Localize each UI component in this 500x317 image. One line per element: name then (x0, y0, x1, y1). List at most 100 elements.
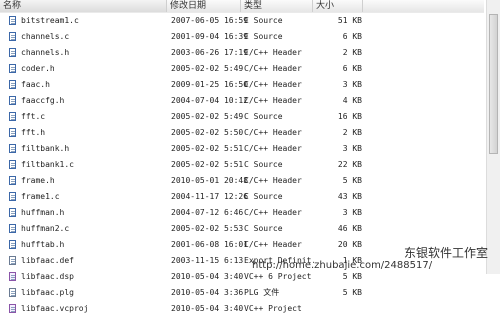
file-name: huffman.h (21, 208, 65, 217)
file-size: 5 KB (342, 272, 362, 281)
file-type: C Source (244, 224, 283, 233)
file-row[interactable]: faaccfg.h 2004-07-04 10:12 C/C++ Header 4 K… (0, 93, 484, 109)
file-name: hufftab.h (21, 240, 65, 249)
column-header-name[interactable]: 名称 (0, 0, 167, 12)
file-name: coder.h (21, 64, 55, 73)
file-row[interactable]: faac.h 2009-01-25 16:50 C/C++ Header 3 KB (0, 77, 484, 93)
file-type: C Source (244, 192, 283, 201)
column-header-type[interactable]: 类型 (241, 0, 313, 12)
file-name-cell[interactable]: huffman.h (9, 205, 167, 221)
scrollbar-thumb[interactable] (489, 14, 498, 154)
file-size: 3 KB (342, 208, 362, 217)
file-name-cell[interactable]: filtbank.h (9, 141, 167, 157)
file-name: channels.c (21, 32, 70, 41)
file-type: C/C++ Header (244, 80, 302, 89)
file-type: C Source (244, 16, 283, 25)
file-name-cell[interactable]: libfaac.dsp (9, 269, 167, 285)
def-file-icon (9, 256, 16, 265)
file-name-cell[interactable]: faac.h (9, 77, 167, 93)
project-icon (9, 272, 16, 281)
file-name-cell[interactable]: frame1.c (9, 189, 167, 205)
header-icon (9, 128, 16, 137)
file-row[interactable]: frame1.c 2004-11-17 12:26 C Source 43 KB (0, 189, 484, 205)
file-size: 51 KB (337, 16, 362, 25)
file-name-cell[interactable]: bitstream1.c (9, 13, 167, 29)
c-source-icon (9, 32, 16, 41)
file-type: C/C++ Header (244, 128, 302, 137)
file-row[interactable]: libfaac.dsp 2010-05-04 3:40 VC++ 6 Project… (0, 269, 484, 285)
file-name-cell[interactable]: faaccfg.h (9, 93, 167, 109)
file-type: C/C++ Header (244, 96, 302, 105)
plg-file-icon (9, 288, 16, 297)
file-name-cell[interactable]: libfaac.vcproj (9, 301, 167, 317)
header-icon (9, 176, 16, 185)
watermark-title: 东银软件工作室 (404, 246, 489, 260)
file-row[interactable]: fft.h 2005-02-02 5:50 C/C++ Header 2 KB (0, 125, 484, 141)
column-header-size[interactable]: 大小 (313, 0, 363, 12)
file-name: libfaac.def (21, 256, 74, 265)
file-name: filtbank1.c (21, 160, 74, 169)
file-type: C/C++ Header (244, 48, 302, 57)
file-name: fft.h (21, 128, 46, 137)
header-icon (9, 144, 16, 153)
file-name: channels.h (21, 48, 70, 57)
file-name-cell[interactable]: fft.c (9, 109, 167, 125)
file-type: C/C++ Header (244, 176, 302, 185)
file-row[interactable]: channels.h 2003-06-26 17:19 C/C++ Header 2 … (0, 45, 484, 61)
file-type: C/C++ Header (244, 208, 302, 217)
header-icon (9, 48, 16, 57)
file-type: C/C++ Header (244, 240, 302, 249)
header-icon (9, 240, 16, 249)
vertical-scrollbar[interactable] (486, 0, 500, 274)
file-size: 22 KB (337, 160, 362, 169)
file-type: C/C++ Header (244, 144, 302, 153)
file-name: libfaac.plg (21, 288, 74, 297)
file-name: filtbank.h (21, 144, 70, 153)
file-type: C Source (244, 32, 283, 41)
file-size: 2 KB (342, 48, 362, 57)
file-row[interactable]: frame.h 2010-05-01 20:48 C/C++ Header 5 KB (0, 173, 484, 189)
vcproj-icon (9, 304, 16, 313)
file-row[interactable]: libfaac.vcproj 2010-05-04 3:40 VC++ Projec… (0, 301, 484, 317)
column-header-filler (363, 0, 484, 12)
file-row[interactable]: fft.c 2005-02-02 5:49 C Source 16 KB (0, 109, 484, 125)
file-type: VC++ Project (244, 304, 302, 313)
file-name-cell[interactable]: huffman2.c (9, 221, 167, 237)
file-name-cell[interactable]: hufftab.h (9, 237, 167, 253)
file-row[interactable]: huffman.h 2004-07-12 6:46 C/C++ Header 3 KB (0, 205, 484, 221)
file-size: 3 KB (342, 144, 362, 153)
file-row[interactable]: bitstream1.c 2007-06-05 16:59 C Source 51 K… (0, 13, 484, 29)
c-source-icon (9, 112, 16, 121)
file-name-cell[interactable]: channels.c (9, 29, 167, 45)
c-source-icon (9, 192, 16, 201)
file-size: 4 KB (342, 96, 362, 105)
file-name-cell[interactable]: channels.h (9, 45, 167, 61)
file-size: 5 KB (342, 288, 362, 297)
file-name: huffman2.c (21, 224, 70, 233)
file-row[interactable]: channels.c 2001-09-04 16:39 C Source 6 KB (0, 29, 484, 45)
file-name-cell[interactable]: libfaac.def (9, 253, 167, 269)
file-size (316, 301, 362, 317)
file-size: 2 KB (342, 128, 362, 137)
file-row[interactable]: coder.h 2005-02-02 5:49 C/C++ Header 6 KB (0, 61, 484, 77)
file-row[interactable]: libfaac.plg 2010-05-04 3:36 PLG 文件 5 KB (0, 285, 484, 301)
file-name: faac.h (21, 80, 50, 89)
header-icon (9, 64, 16, 73)
file-name: fft.c (21, 112, 46, 121)
file-name-cell[interactable]: frame.h (9, 173, 167, 189)
file-size: 20 KB (337, 240, 362, 249)
file-row[interactable]: huffman2.c 2005-02-02 5:53 C Source 46 KB (0, 221, 484, 237)
file-name: libfaac.vcproj (21, 304, 89, 313)
file-size: 16 KB (337, 112, 362, 121)
c-source-icon (9, 16, 16, 25)
header-icon (9, 96, 16, 105)
file-name: libfaac.dsp (21, 272, 74, 281)
file-name-cell[interactable]: fft.h (9, 125, 167, 141)
file-name-cell[interactable]: coder.h (9, 61, 167, 77)
file-row[interactable]: filtbank1.c 2005-02-02 5:51 C Source 22 KB (0, 157, 484, 173)
file-name-cell[interactable]: filtbank1.c (9, 157, 167, 173)
file-type: PLG 文件 (244, 288, 280, 297)
file-name-cell[interactable]: libfaac.plg (9, 285, 167, 301)
file-row[interactable]: filtbank.h 2005-02-02 5:51 C/C++ Header 3 K… (0, 141, 484, 157)
column-header-date[interactable]: 修改日期 (167, 0, 241, 12)
